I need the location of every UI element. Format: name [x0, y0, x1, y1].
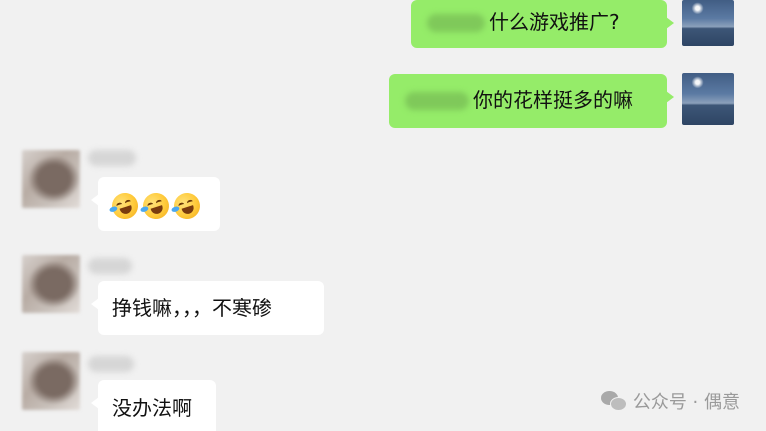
- laughing-tears-emoji-icon: [170, 189, 204, 222]
- contact-avatar[interactable]: [22, 255, 80, 313]
- received-message-bubble[interactable]: 没办法啊: [91, 380, 216, 431]
- self-avatar[interactable]: [682, 73, 734, 125]
- wechat-icon: [600, 391, 627, 411]
- sent-message-bubble[interactable]: 什么游戏推广?: [411, 0, 674, 48]
- self-avatar[interactable]: [682, 0, 734, 46]
- chat-area: 什么游戏推广? 你的花样挺多的嘛 挣钱嘛，，，不寒碜 没办法啊 公众号 · 偶意: [0, 0, 766, 431]
- laughing-tears-emoji-icon: [108, 189, 142, 222]
- received-message-bubble[interactable]: [91, 177, 220, 231]
- blurred-mention: [405, 92, 469, 110]
- contact-name-blurred: [88, 150, 136, 166]
- message-text: 没办法啊: [112, 396, 192, 420]
- message-text: 你的花样挺多的嘛: [473, 88, 633, 112]
- contact-name-blurred: [88, 258, 132, 274]
- received-message-bubble[interactable]: 挣钱嘛，，，不寒碜: [91, 281, 324, 335]
- sent-message-bubble[interactable]: 你的花样挺多的嘛: [389, 74, 674, 128]
- message-text: 什么游戏推广?: [489, 10, 620, 34]
- contact-avatar[interactable]: [22, 352, 80, 410]
- message-text: 挣钱嘛，，，不寒碜: [112, 296, 272, 320]
- laughing-tears-emoji-icon: [139, 189, 173, 222]
- watermark-text: 公众号 · 偶意: [632, 392, 740, 413]
- watermark: 公众号 · 偶意: [600, 388, 740, 414]
- contact-avatar[interactable]: [22, 150, 80, 208]
- contact-name-blurred: [88, 356, 134, 372]
- blurred-mention: [427, 14, 485, 32]
